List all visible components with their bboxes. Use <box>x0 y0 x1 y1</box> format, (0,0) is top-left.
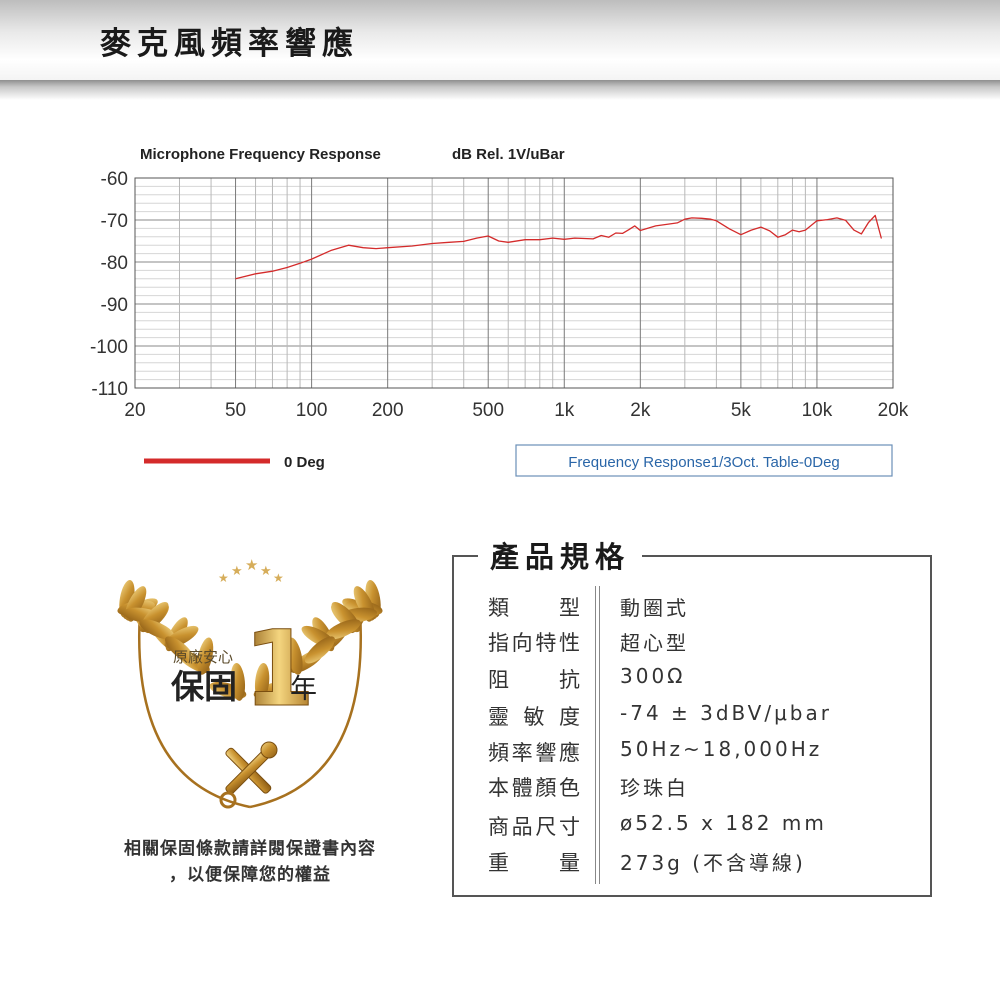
warranty-line1: 原廠安心 <box>173 648 233 666</box>
svg-text:★: ★ <box>260 564 272 579</box>
chart-ylabel: dB Rel. 1V/uBar <box>452 146 565 163</box>
spec-value: 300Ω <box>620 664 686 688</box>
chart-series <box>235 214 883 280</box>
x-tick-label: 1k <box>554 400 575 421</box>
svg-text:★: ★ <box>218 571 229 585</box>
header-shadow <box>0 80 1000 100</box>
y-tick-label: -90 <box>101 295 128 316</box>
svg-text:★: ★ <box>273 571 284 585</box>
stars-icon: ★ ★ ★ ★ ★ <box>218 556 284 585</box>
spec-value: ø52.5 x 182 mm <box>620 811 827 835</box>
spec-value: 50Hz~18,000Hz <box>620 737 823 761</box>
x-tick-label: 500 <box>472 400 504 421</box>
spec-label: 指向特性 <box>488 631 580 655</box>
warranty-number: 1 <box>243 608 315 730</box>
spec-title: 產品規格 <box>478 534 643 576</box>
frequency-response-chart: Microphone Frequency Response dB Rel. 1V… <box>90 146 909 477</box>
warranty-note-line2: ，以便保障您的權益 <box>169 865 331 885</box>
spec-label: 重量 <box>488 851 580 875</box>
x-tick-label: 20 <box>124 400 145 421</box>
y-tick-label: -70 <box>101 211 128 232</box>
x-tick-label: 20k <box>878 400 909 421</box>
x-tick-label: 10k <box>802 400 833 421</box>
spec-label: 阻抗 <box>488 668 580 692</box>
chart-title: Microphone Frequency Response <box>140 146 381 163</box>
spec-value: -74 ± 3dBV/μbar <box>620 701 832 725</box>
warranty-unit: 年 <box>290 674 317 705</box>
spec-label: 本體顏色 <box>488 776 580 800</box>
x-tick-label: 100 <box>296 400 328 421</box>
legend-label: 0 Deg <box>284 454 325 471</box>
page-title: 麥克風頻率響應 <box>100 26 359 62</box>
y-tick-label: -100 <box>90 337 128 358</box>
spec-label: 商品尺寸 <box>488 815 580 839</box>
spec-value: 273g (不含導線) <box>620 851 806 875</box>
table-caption: Frequency Response1/3Oct. Table-0Deg <box>568 454 840 471</box>
spec-value: 動圈式 <box>620 596 689 620</box>
series-line-0-deg <box>235 214 883 280</box>
crossed-tools-icon <box>219 741 278 809</box>
x-tick-label: 50 <box>225 400 246 421</box>
plot-frame <box>134 177 894 389</box>
y-tick-label: -110 <box>91 379 128 400</box>
spec-label: 類型 <box>488 596 580 620</box>
spec-label: 頻率響應 <box>488 741 580 765</box>
x-tick-label: 200 <box>372 400 404 421</box>
chart-grid <box>135 178 893 388</box>
x-tick-label: 2k <box>630 400 651 421</box>
x-tick-label: 5k <box>731 400 752 421</box>
warranty-wreath: ★ ★ ★ ★ ★ 原廠安心 保固 1 年 <box>117 556 383 809</box>
header-banner: 麥克風頻率響應 <box>0 0 1000 100</box>
svg-text:★: ★ <box>231 564 243 579</box>
y-tick-label: -80 <box>101 253 128 274</box>
spec-value: 超心型 <box>620 631 689 655</box>
spec-divider <box>595 586 600 884</box>
spec-label: 靈敏度 <box>488 705 580 729</box>
warranty-note: 相關保固條款請詳閱保證書內容 ，以便保障您的權益 <box>90 836 410 888</box>
svg-text:★: ★ <box>245 556 258 574</box>
warranty-note-line1: 相關保固條款請詳閱保證書內容 <box>124 839 376 859</box>
chart-ticks: -60 -70 -80 -90 -100 -11020 50 100 200 500 1k 2k 5k 1… <box>90 169 909 421</box>
warranty-line2: 保固 <box>171 667 237 706</box>
spec-value: 珍珠白 <box>620 776 689 800</box>
y-tick-label: -60 <box>101 169 128 190</box>
